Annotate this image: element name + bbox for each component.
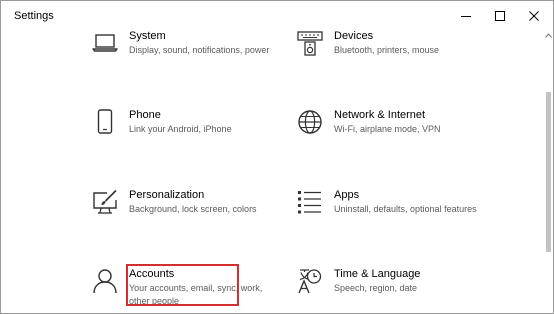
paint-icon [92,189,118,215]
accounts-highlight-box [126,264,239,306]
scrollbar[interactable] [544,31,553,313]
tile-network-label: Network & Internet [334,109,426,121]
phone-icon [92,109,118,135]
tile-time-language-description: Speech, region, date [334,283,418,293]
tile-personalization-label: Personalization [129,189,205,201]
tile-phone-description: Link your Android, iPhone [129,124,232,134]
tile-phone-label: Phone [129,109,161,121]
scroll-up-arrow-icon[interactable] [544,31,553,40]
scrollbar-thumb[interactable] [546,92,551,252]
minimize-button[interactable] [449,1,483,31]
tile-devices-description: Bluetooth, printers, mouse [334,45,440,55]
tile-personalization-description: Background, lock screen, colors [129,204,257,214]
minimize-icon [461,16,471,17]
window-title: Settings [14,10,54,22]
close-button[interactable] [517,1,551,31]
maximize-button[interactable] [483,1,517,31]
laptop-icon [92,30,118,56]
title-bar: Settings [1,1,553,31]
close-icon [529,11,539,21]
maximize-icon [495,11,505,21]
tile-apps-label: Apps [334,189,360,201]
globe-icon [297,109,323,135]
time-language-icon [297,268,323,294]
tile-system-description: Display, sound, notifications, power [129,45,270,55]
tile-apps-description: Uninstall, defaults, optional features [334,204,477,214]
tile-network-description: Wi-Fi, airplane mode, VPN [334,124,441,134]
settings-window: Settings System Display, sound, notifica… [0,0,554,314]
tile-devices-label: Devices [334,30,374,42]
person-icon [92,268,118,294]
apps-list-icon [297,189,323,215]
keyboard-speaker-icon [297,30,323,56]
tile-time-language-label: Time & Language [334,268,421,280]
tile-system-label: System [129,30,166,42]
